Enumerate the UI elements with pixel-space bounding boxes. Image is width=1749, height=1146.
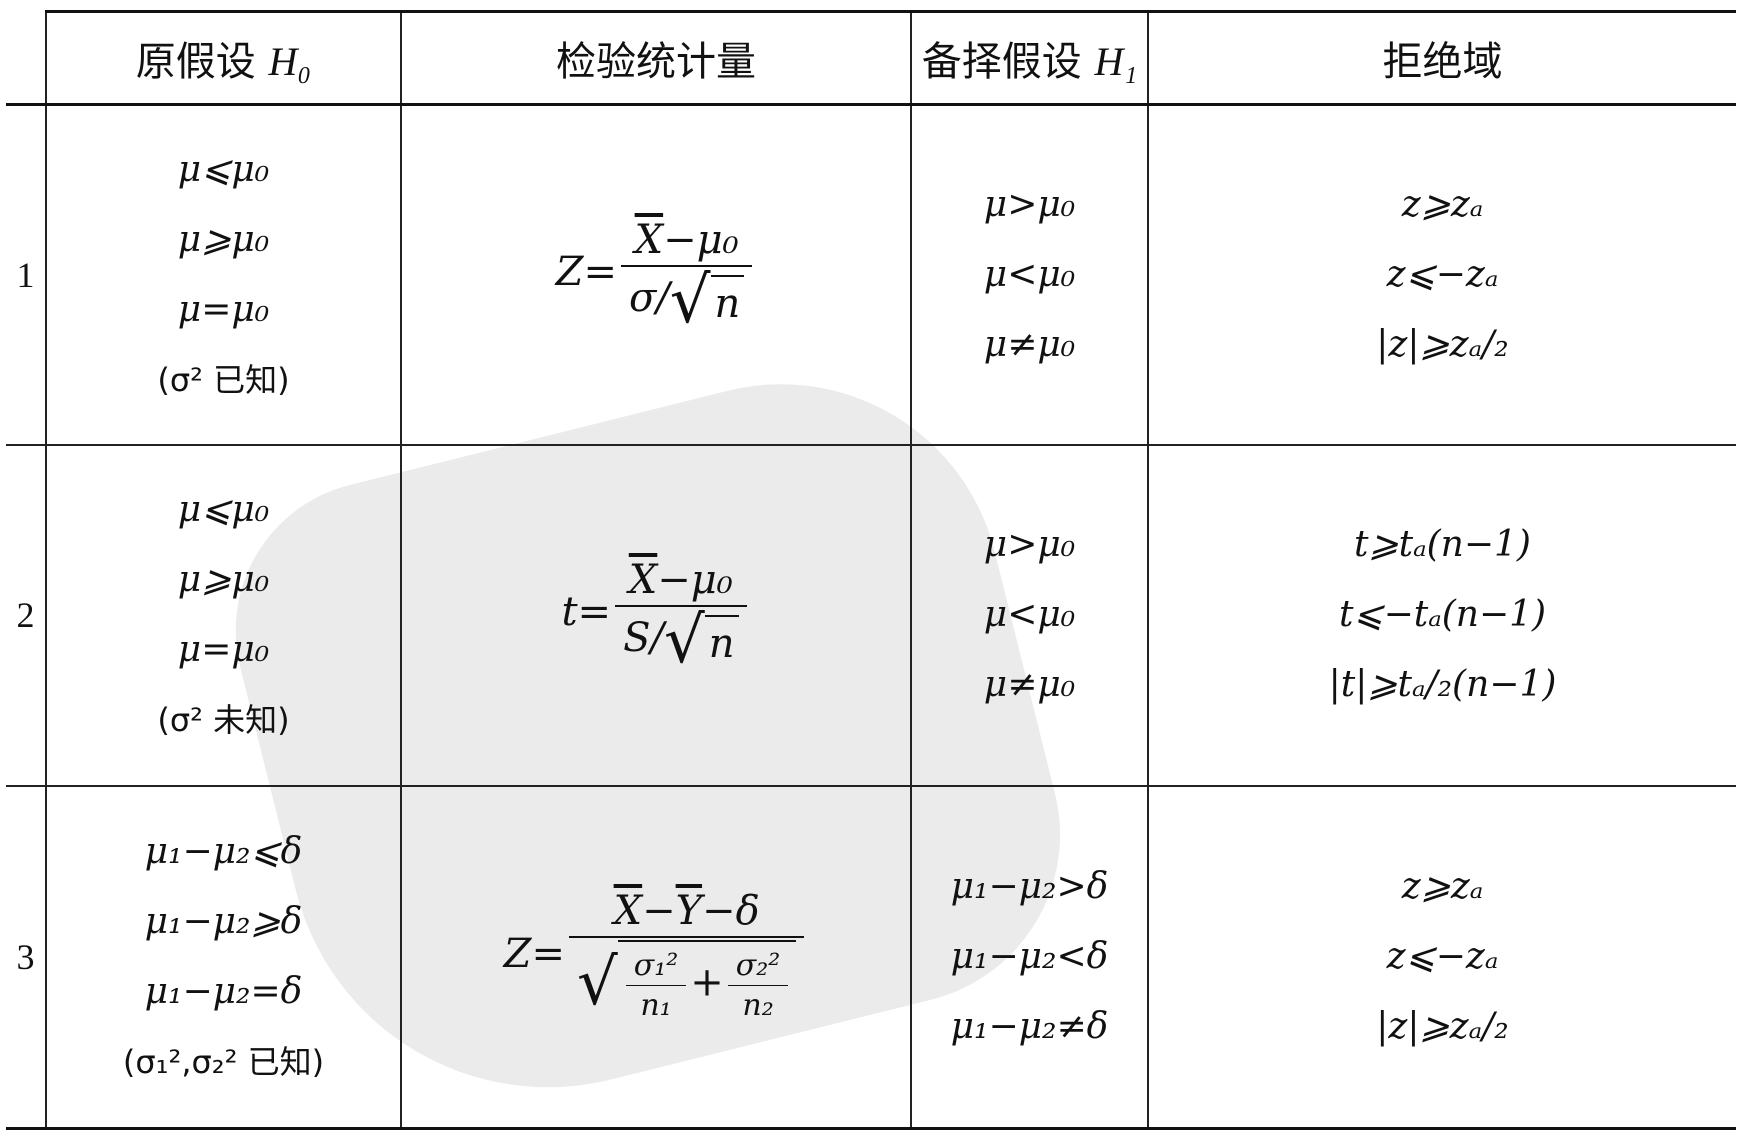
- hypothesis-test-table: 原假设 H₀ 检验统计量 备择假设 H₁ 拒绝域 1 μ⩽μ₀ μ⩾μ₀ μ=μ…: [6, 10, 1736, 1130]
- sqrt-symbol: √: [576, 945, 618, 1020]
- sqrt-symbol: √: [663, 604, 705, 679]
- header-alternative-hypothesis: 备择假设 H₁: [910, 10, 1149, 106]
- null-hypothesis-cell: μ⩽μ₀ μ⩾μ₀ μ=μ₀ (σ² 已知): [45, 103, 402, 446]
- rejection-region-cell: t⩾tₐ(n−1) t⩽−tₐ(n−1) |t|⩾tₐ/₂(n−1): [1147, 443, 1736, 787]
- alternative-hypothesis-cell: μ>μ₀ μ<μ₀ μ≠μ₀: [910, 443, 1149, 787]
- rejection-region-cell: z⩾zₐ z⩽−zₐ |z|⩾zₐ/₂: [1147, 784, 1736, 1130]
- header-index: [6, 11, 47, 106]
- test-statistic-cell: t= X−μ₀ S/√ n: [400, 443, 912, 787]
- header-rejection-region: 拒绝域: [1147, 10, 1736, 106]
- alternative-hypothesis-cell: μ>μ₀ μ<μ₀ μ≠μ₀: [910, 103, 1149, 446]
- t-statistic-formula: t= X−μ₀ S/√ n: [561, 557, 750, 673]
- test-statistic-cell: Z= X−Y−δ √ σ₁² n₁ + σ₂² n₂: [400, 784, 912, 1130]
- table-row: 3 μ₁−μ₂⩽δ μ₁−μ₂⩾δ μ₁−μ₂=δ (σ₁²,σ₂² 已知) Z…: [6, 784, 1736, 1130]
- table-row: 2 μ⩽μ₀ μ⩾μ₀ μ=μ₀ (σ² 未知) t= X−μ₀ S/√ n μ>…: [6, 443, 1736, 787]
- header-null-hypothesis: 原假设 H₀: [45, 10, 402, 106]
- z-statistic-formula: Z= X−μ₀ σ/√ n: [556, 217, 757, 333]
- row-index: 1: [6, 103, 47, 446]
- null-hypothesis-cell: μ⩽μ₀ μ⩾μ₀ μ=μ₀ (σ² 未知): [45, 443, 402, 787]
- header-test-statistic: 检验统计量: [400, 10, 912, 106]
- row-index: 2: [6, 443, 47, 787]
- rejection-region-cell: z⩾zₐ z⩽−zₐ |z|⩾zₐ/₂: [1147, 103, 1736, 446]
- test-statistic-cell: Z= X−μ₀ σ/√ n: [400, 103, 912, 446]
- null-hypothesis-cell: μ₁−μ₂⩽δ μ₁−μ₂⩾δ μ₁−μ₂=δ (σ₁²,σ₂² 已知): [45, 784, 402, 1130]
- header-row: 原假设 H₀ 检验统计量 备择假设 H₁ 拒绝域: [6, 10, 1736, 106]
- two-sample-z-formula: Z= X−Y−δ √ σ₁² n₁ + σ₂² n₂: [504, 888, 809, 1023]
- row-index: 3: [6, 784, 47, 1130]
- table-row: 1 μ⩽μ₀ μ⩾μ₀ μ=μ₀ (σ² 已知) Z= X−μ₀ σ/√ n μ>…: [6, 103, 1736, 446]
- sqrt-symbol: √: [669, 263, 711, 338]
- alternative-hypothesis-cell: μ₁−μ₂>δ μ₁−μ₂<δ μ₁−μ₂≠δ: [910, 784, 1149, 1130]
